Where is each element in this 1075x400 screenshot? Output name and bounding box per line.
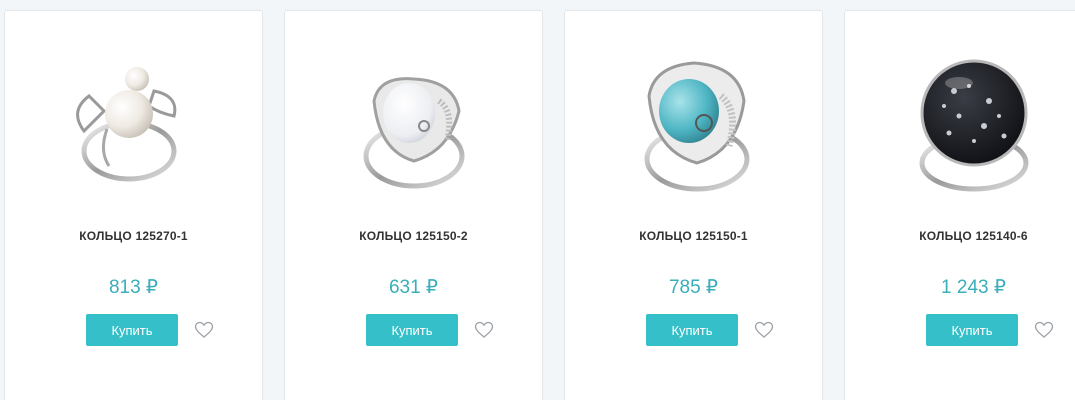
product-title[interactable]: КОЛЬЦО 125150-2 (285, 229, 542, 243)
heart-outline-icon[interactable] (474, 320, 494, 340)
buy-button[interactable]: Купить (926, 314, 1018, 346)
product-image[interactable] (329, 41, 499, 211)
pearl-ring-image (76, 67, 177, 182)
product-title[interactable]: КОЛЬЦО 125270-1 (5, 229, 262, 243)
product-price: 1 243 ₽ (941, 277, 1006, 298)
product-image[interactable] (49, 41, 219, 211)
product-price: 631 ₽ (388, 277, 439, 298)
turquoise-ring-image (644, 61, 750, 192)
product-title[interactable]: КОЛЬЦО 125140-6 (845, 229, 1075, 243)
product-price: 813 ₽ (108, 277, 159, 298)
product-image[interactable] (609, 41, 779, 211)
buy-button[interactable]: Купить (646, 314, 738, 346)
product-card[interactable]: КОЛЬЦО 125150-1 785 ₽ Купить (564, 10, 823, 400)
product-image[interactable] (889, 41, 1059, 211)
heart-outline-icon[interactable] (194, 320, 214, 340)
heart-outline-icon[interactable] (754, 320, 774, 340)
product-price: 785 ₽ (668, 277, 719, 298)
obsidian-ring-image (919, 59, 1029, 192)
product-card[interactable]: КОЛЬЦО 125270-1 813 ₽ Купить (4, 10, 263, 400)
buy-button[interactable]: Купить (86, 314, 178, 346)
buy-button[interactable]: Купить (366, 314, 458, 346)
product-grid: КОЛЬЦО 125270-1 813 ₽ Купить КОЛЬЦО 1251… (0, 0, 1075, 400)
product-card[interactable]: КОЛЬЦО 125150-2 631 ₽ Купить (284, 10, 543, 400)
product-card[interactable]: КОЛЬЦО 125140-6 1 243 ₽ Купить (844, 10, 1075, 400)
heart-outline-icon[interactable] (1034, 320, 1054, 340)
mother-of-pearl-ring-image (363, 77, 465, 189)
product-title[interactable]: КОЛЬЦО 125150-1 (565, 229, 822, 243)
